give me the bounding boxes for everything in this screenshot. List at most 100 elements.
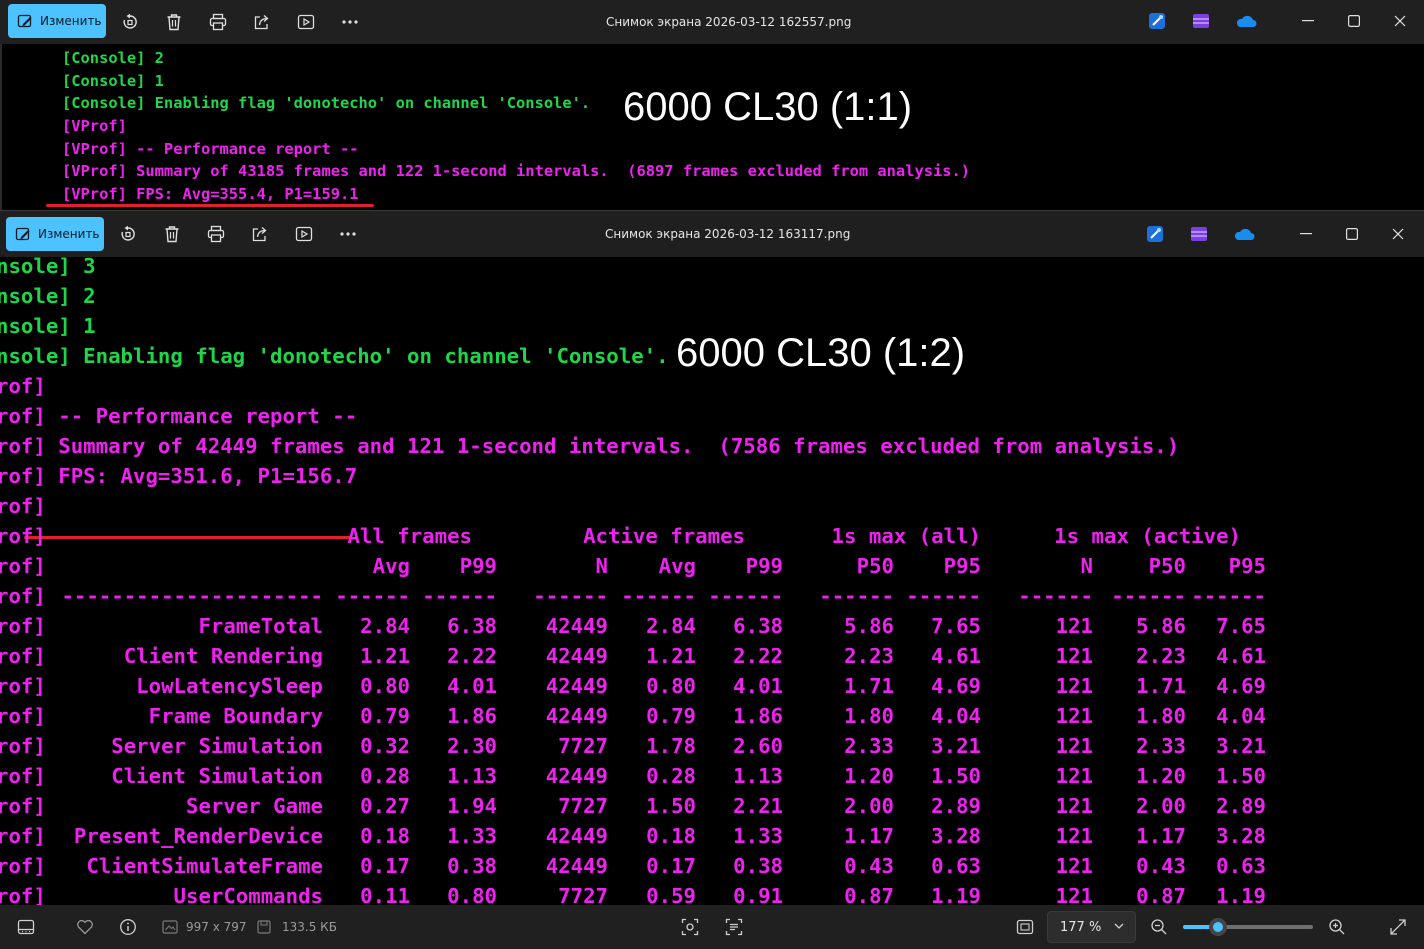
table-cell: 6.38 [733, 614, 783, 638]
table-cell: 3.28 [931, 824, 981, 848]
table-cell: 4.01 [733, 674, 783, 698]
table-cell: 1.78 [646, 734, 696, 758]
table-cell: 42449 [545, 824, 608, 848]
fit-to-window-icon[interactable] [1015, 917, 1035, 937]
minimize-icon[interactable] [1293, 8, 1323, 34]
minimize-icon[interactable] [1291, 221, 1321, 247]
info-icon[interactable] [118, 917, 138, 937]
table-cell: 2.00 [1136, 794, 1186, 818]
log-line: nsole] Enabling flag 'donotecho' on chan… [0, 344, 669, 368]
table-cell: 2.21 [733, 794, 783, 818]
print-icon[interactable] [207, 11, 229, 33]
title-bar: Изменить Снимок экрана 2026-03-12 162557… [0, 0, 1424, 44]
column-header: N [1080, 554, 1093, 578]
group-header: Active frames [583, 524, 745, 548]
table-cell: 1.21 [360, 644, 410, 668]
print-icon[interactable] [205, 223, 227, 245]
close-icon[interactable] [1385, 8, 1415, 34]
zoom-slider-handle[interactable] [1209, 918, 1228, 936]
visual-search-icon[interactable] [680, 917, 700, 937]
table-cell: 0.28 [646, 764, 696, 788]
log-line: rof] -- Performance report -- [0, 404, 358, 428]
log-prefix: rof] [0, 614, 46, 638]
scan-text-icon[interactable] [724, 917, 744, 937]
zoom-level-value: 177 % [1060, 919, 1102, 935]
table-cell: 121 [1055, 734, 1093, 758]
log-prefix: rof] [0, 584, 46, 608]
share-icon[interactable] [249, 223, 271, 245]
table-separator: ------ [1191, 584, 1266, 608]
rotate-icon[interactable] [117, 223, 139, 245]
zoom-level-dropdown[interactable]: 177 % [1047, 911, 1136, 943]
table-separator: --------------------- [61, 584, 323, 608]
share-icon[interactable] [251, 11, 273, 33]
table-separator: ------ [1018, 584, 1093, 608]
table-cell: 0.27 [360, 794, 410, 818]
table-cell: 1.21 [646, 644, 696, 668]
rotate-icon[interactable] [119, 11, 141, 33]
column-header: P99 [459, 554, 497, 578]
photos-window-back: Изменить Снимок экрана 2026-03-12 162557… [0, 0, 1424, 210]
log-line: [Console] 1 [62, 72, 164, 90]
table-separator: ------ [533, 584, 608, 608]
table-cell: 1.80 [1136, 704, 1186, 728]
column-header: P95 [1228, 554, 1266, 578]
maximize-icon[interactable] [1339, 8, 1369, 34]
table-cell: 121 [1055, 674, 1093, 698]
delete-icon[interactable] [163, 11, 185, 33]
table-separator: ------ [708, 584, 783, 608]
more-options-icon[interactable] [337, 223, 359, 245]
maximize-icon[interactable] [1337, 221, 1367, 247]
onedrive-icon[interactable] [1233, 224, 1255, 244]
table-cell: 1.50 [1216, 764, 1266, 788]
group-header: All frames [347, 524, 472, 548]
zoom-in-icon[interactable] [1327, 917, 1347, 937]
edit-button[interactable]: Изменить [6, 217, 104, 251]
log-line: [VProf] [62, 117, 127, 135]
image-editor-icon[interactable] [1147, 11, 1167, 31]
table-cell: 2.89 [931, 794, 981, 818]
zoom-slider[interactable] [1183, 918, 1313, 936]
slideshow-icon[interactable] [293, 223, 315, 245]
row-label: Server Game [185, 794, 323, 818]
table-cell: 42449 [545, 704, 608, 728]
edit-button[interactable]: Изменить [8, 4, 106, 38]
slideshow-icon[interactable] [295, 11, 317, 33]
clipchamp-icon[interactable] [1189, 224, 1209, 244]
table-separator: ------ [819, 584, 894, 608]
table-cell: 0.32 [360, 734, 410, 758]
image-editor-icon[interactable] [1145, 224, 1165, 244]
table-separator: ------ [621, 584, 696, 608]
table-cell: 1.86 [733, 704, 783, 728]
table-cell: 7727 [558, 734, 608, 758]
table-cell: 121 [1055, 644, 1093, 668]
table-cell: 1.17 [1136, 824, 1186, 848]
clipchamp-icon[interactable] [1191, 11, 1211, 31]
favorite-heart-icon[interactable] [75, 917, 95, 937]
zoom-out-icon[interactable] [1149, 917, 1169, 937]
table-cell: 42449 [545, 614, 608, 638]
table-cell: 2.23 [1136, 644, 1186, 668]
onedrive-icon[interactable] [1235, 11, 1257, 31]
row-label: ClientSimulateFrame [86, 854, 323, 878]
table-cell: 4.61 [1216, 644, 1266, 668]
table-cell: 6.38 [447, 614, 497, 638]
photos-window-front: Изменить Снимок экрана 2026-03-12 163117… [0, 210, 1424, 949]
table-cell: 2.89 [1216, 794, 1266, 818]
more-options-icon[interactable] [339, 11, 361, 33]
table-cell: 1.33 [447, 824, 497, 848]
image-viewport: [Console] 2 [Console] 1 [Console] Enabli… [0, 44, 1424, 210]
filmstrip-icon[interactable] [16, 917, 36, 937]
log-line: [VProf] -- Performance report -- [62, 140, 359, 158]
table-cell: 1.71 [1136, 674, 1186, 698]
log-prefix: rof] [0, 824, 46, 848]
close-icon[interactable] [1383, 221, 1413, 247]
table-cell: 1.50 [646, 794, 696, 818]
log-prefix: rof] [0, 734, 46, 758]
fullscreen-icon[interactable] [1388, 917, 1408, 937]
table-cell: 2.00 [844, 794, 894, 818]
group-header: 1s max (active) [1054, 524, 1241, 548]
row-label: LowLatencySleep [136, 674, 323, 698]
log-prefix: rof] [0, 764, 46, 788]
delete-icon[interactable] [161, 223, 183, 245]
